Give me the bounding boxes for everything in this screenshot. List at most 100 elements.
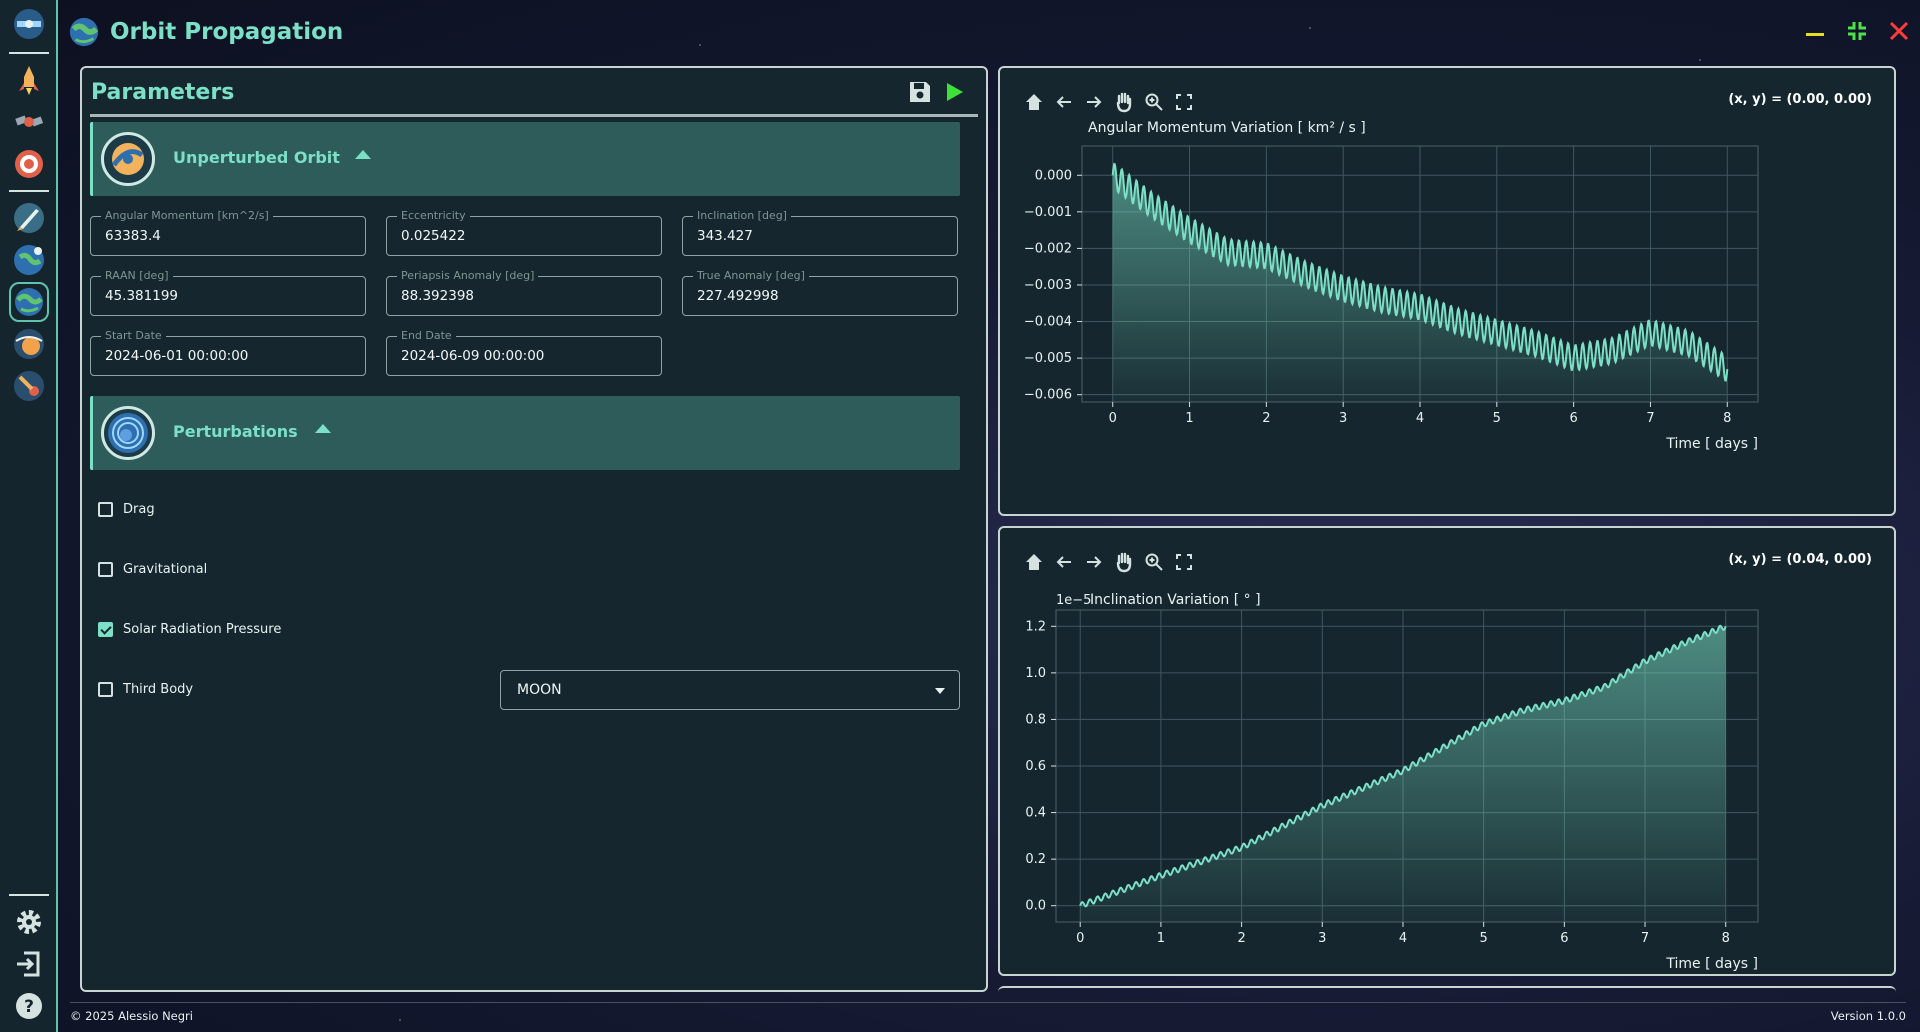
x-tick-label: 6 [1560,931,1568,946]
y-tick-label: −0.002 [1024,241,1072,256]
close-button[interactable] [1884,16,1914,46]
divider [90,114,978,117]
x-tick-label: 5 [1480,931,1488,946]
x-tick-label: 0 [1109,411,1117,426]
planet-flyby-icon[interactable] [11,326,47,362]
x-axis-label: Time [ days ] [1665,436,1758,452]
inclination-plot-panel: (x, y) = (0.04, 0.00) 0 1 2 3 4 5 6 7 8 0.0 0.2 0.4… [998,526,1896,976]
gear-icon[interactable] [11,904,47,940]
perturbation-logo-icon [101,406,155,460]
x-tick-label: 1 [1185,411,1193,426]
target-icon[interactable] [11,146,47,182]
minimize-button[interactable] [1800,16,1830,46]
chart-title: Inclination Variation [ ° ] [1090,592,1261,608]
raan-input[interactable] [105,288,355,304]
title-bar: Orbit Propagation [68,12,343,52]
y-tick-label: −0.005 [1024,351,1072,366]
field-label: Periapsis Anomaly [deg] [397,269,539,282]
third-body-checkbox[interactable] [98,682,113,697]
true-anomaly-input[interactable] [697,288,947,304]
unperturbed-orbit-header[interactable]: Unperturbed Orbit [90,122,960,196]
x-tick-label: 7 [1646,411,1654,426]
x-tick-label: 4 [1416,411,1424,426]
select-value: MOON [517,682,562,698]
angular-momentum-plot-panel: (x, y) = (0.00, 0.00) 0 1 2 3 4 5 6 7 8 0.000 −0.0… [998,66,1896,516]
field-label: Inclination [deg] [693,209,791,222]
parameters-panel: Parameters Unperturbed Orbit Angular Mom… [80,66,988,992]
help-icon[interactable]: ? [11,988,47,1024]
drag-checkbox[interactable] [98,502,113,517]
collapse-chevron-icon[interactable] [315,424,331,433]
field-label: Start Date [101,329,166,342]
app-title: Orbit Propagation [110,19,344,45]
periapsis-anomaly-input[interactable] [401,288,651,304]
true-anomaly-field: True Anomaly [deg] [682,269,958,316]
play-icon [947,83,963,101]
end-date-field: End Date [386,329,662,376]
checkbox-label: Third Body [123,682,194,697]
third-body-select[interactable]: MOON [500,670,960,710]
y-offset-label: 1e−5 [1056,593,1091,608]
angular-momentum-chart[interactable]: 0 1 2 3 4 5 6 7 8 0.000 −0.001 −0.002 −0.003 −0.004 −0… [1000,68,1894,514]
sidebar-separator [9,52,49,54]
y-tick-label: −0.004 [1024,315,1072,330]
satellite-icon[interactable] [11,104,47,140]
run-button[interactable] [940,78,968,106]
y-tick-label: 0.8 [1025,712,1046,727]
third-body-option[interactable]: Third Body [98,682,193,697]
x-tick-label: 0 [1076,931,1084,946]
chart-title: Angular Momentum Variation [ km² / s ] [1088,120,1366,136]
inclination-chart[interactable]: 0 1 2 3 4 5 6 7 8 0.0 0.2 0.4 0.6 0.8 1.0 1.2 Inclinatio… [1000,528,1894,974]
raan-field: RAAN [deg] [90,269,366,316]
eccentricity-input[interactable] [401,228,651,244]
periapsis-anomaly-field: Periapsis Anomaly [deg] [386,269,662,316]
y-tick-label: −0.001 [1024,205,1072,220]
y-tick-label: 0.4 [1025,806,1046,821]
sidebar: ? [0,0,58,1032]
start-date-input[interactable] [105,348,355,364]
checkbox-label: Solar Radiation Pressure [123,622,282,637]
logout-icon[interactable] [11,946,47,982]
inclination-input[interactable] [697,228,947,244]
comet-icon[interactable] [11,368,47,404]
x-tick-label: 3 [1318,931,1326,946]
save-button[interactable] [906,78,934,106]
svg-text:?: ? [24,997,34,1017]
rocket-icon[interactable] [11,200,47,236]
solar-radiation-pressure-checkbox[interactable] [98,622,113,637]
collapse-chevron-icon[interactable] [355,150,371,159]
solar-radiation-pressure-option[interactable]: Solar Radiation Pressure [98,622,281,637]
satellite-logo-icon[interactable] [11,6,47,42]
footer-divider [70,1002,1906,1003]
checkbox-label: Drag [123,502,155,517]
drag-option[interactable]: Drag [98,502,155,517]
y-tick-label: 1.0 [1025,666,1046,681]
gravitational-option[interactable]: Gravitational [98,562,207,577]
third-plot-panel-edge [998,986,1896,998]
orbit-propagation-icon[interactable] [9,282,49,322]
copyright-text: © 2025 Alessio Negri [70,1009,193,1023]
eccentricity-field: Eccentricity [386,209,662,256]
y-tick-label: 0.000 [1035,168,1072,183]
version-text: Version 1.0.0 [1830,1009,1906,1023]
x-axis-label: Time [ days ] [1665,956,1758,972]
field-label: End Date [397,329,456,342]
end-date-input[interactable] [401,348,651,364]
dropdown-caret-icon [935,688,945,694]
rocket-launch-icon[interactable] [11,62,47,98]
field-label: True Anomaly [deg] [693,269,809,282]
restore-button[interactable] [1842,16,1872,46]
field-label: Eccentricity [397,209,470,222]
earth-transfer-icon[interactable] [11,242,47,278]
checkbox-label: Gravitational [123,562,208,577]
x-tick-label: 6 [1569,411,1577,426]
gravitational-checkbox[interactable] [98,562,113,577]
y-tick-label: 0.0 [1025,899,1046,914]
inclination-field: Inclination [deg] [682,209,958,256]
angular-momentum-input[interactable] [105,228,355,244]
y-tick-label: 1.2 [1025,619,1046,634]
perturbations-header[interactable]: Perturbations [90,396,960,470]
x-tick-label: 2 [1262,411,1270,426]
x-tick-label: 5 [1493,411,1501,426]
save-icon [910,82,930,102]
